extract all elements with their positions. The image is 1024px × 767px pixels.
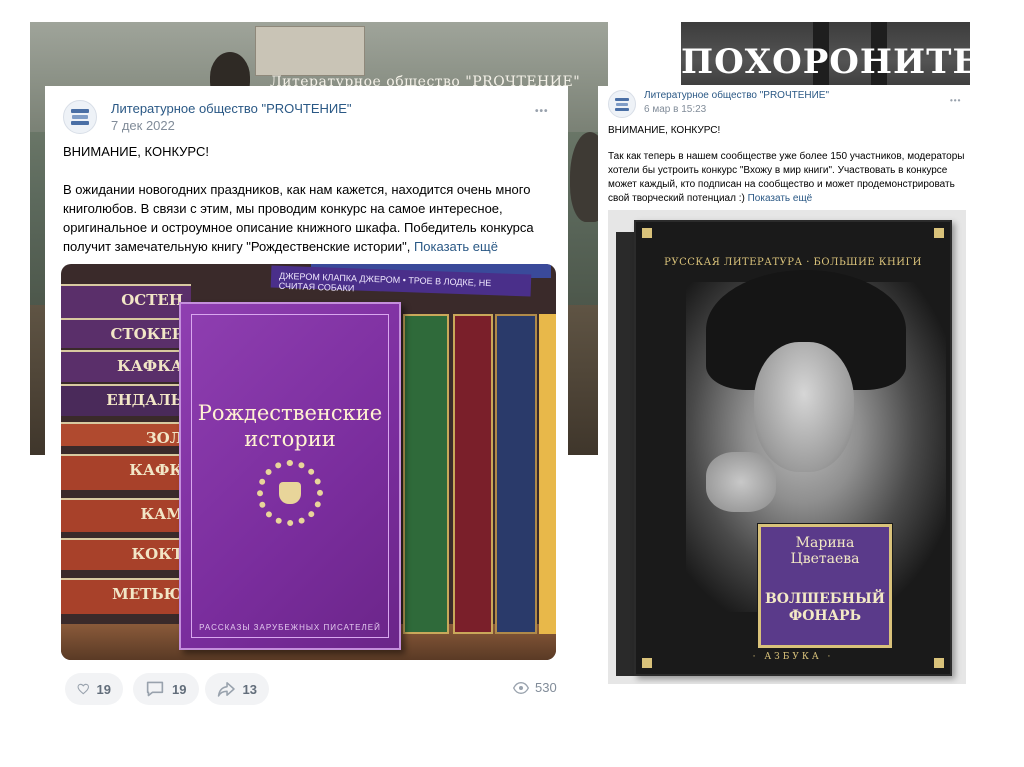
show-more-link[interactable]: Показать ещё (748, 193, 813, 204)
post-heading: ВНИМАНИЕ, КОНКУРС! (608, 125, 721, 136)
book-bottom-text: РАССКАЗЫ ЗАРУБЕЖНЫХ ПИСАТЕЛЕЙ (199, 623, 381, 632)
more-options-icon[interactable]: ••• (535, 106, 549, 117)
photo-spine-red (453, 314, 493, 634)
book-title-line: истории (244, 427, 336, 451)
right-post: Литературное общество "PROЧТЕНИЕ" 6 мар … (598, 86, 976, 689)
christmas-stories-book: Рождественские истории РАССКАЗЫ ЗАРУБЕЖН… (179, 302, 401, 650)
post-body: Так как теперь в нашем сообществе уже бо… (608, 150, 968, 206)
comment-count: 19 (172, 681, 187, 697)
photo-spine-yellow (539, 314, 556, 634)
comment-button[interactable]: 19 (133, 673, 199, 705)
book-title: Рождественские истории (181, 400, 399, 452)
comment-icon (146, 681, 164, 697)
group-name-link[interactable]: Литературное общество "PROЧТЕНИЕ" (111, 101, 352, 116)
photo-spine-label: МЕТЬЮ (112, 585, 183, 603)
post-photo[interactable]: РУССКАЯ ЛИТЕРАТУРА · БОЛЬШИЕ КНИГИ Марин… (608, 210, 966, 684)
book-cover: РУССКАЯ ЛИТЕРАТУРА · БОЛЬШИЕ КНИГИ Марин… (634, 220, 952, 676)
group-avatar[interactable] (608, 90, 636, 118)
burial-banner: ПОХОРОНИТЕ (681, 22, 970, 85)
photo-spine-label: КАМ (140, 505, 183, 523)
bell-icon (279, 482, 301, 504)
heart-icon (77, 683, 90, 695)
share-icon (217, 682, 235, 697)
photo-spine-label: СТОКЕР (110, 325, 183, 343)
avatar-book-icon (615, 97, 629, 101)
portrait-face (754, 342, 854, 472)
book-title-line: ВОЛШЕБНЫЙ (764, 591, 886, 607)
photo-spine: ОСТЕН (61, 284, 191, 318)
page: Литературное общество "PROЧТЕНИЕ" ПОХОРО… (0, 0, 1024, 767)
banner-text: ПОХОРОНИТЕ (681, 42, 970, 82)
eye-icon (513, 681, 529, 694)
photo-spine-label: КОКТ (131, 545, 183, 563)
post-date[interactable]: 6 мар в 15:23 (644, 104, 706, 115)
photo-spine: МЕТЬЮ (61, 578, 191, 614)
avatar-book-icon (72, 115, 88, 119)
share-count: 13 (242, 681, 257, 697)
photo-spine: КАФК (61, 454, 191, 490)
avatar-book-icon (71, 121, 89, 125)
book-title-line: Рождественские (197, 401, 383, 425)
post-body: В ожидании новогодних праздников, как на… (63, 180, 553, 256)
book-title-line: ФОНАРЬ (788, 608, 862, 624)
photo-spine: КОКТ (61, 538, 191, 570)
share-button[interactable]: 13 (205, 673, 269, 705)
book-author: Марина Цветаева (761, 535, 889, 567)
photo-spine-label: КАФК (129, 461, 183, 479)
photo-spine: КАФКА (61, 350, 191, 382)
book-title: ВОЛШЕБНЫЙ ФОНАРЬ (761, 591, 889, 625)
like-button[interactable]: 19 (65, 673, 123, 705)
views-counter: 530 (513, 680, 557, 695)
photo-spine-label: КАФКА (117, 357, 183, 375)
photo-calendar (255, 26, 365, 76)
photo-spine: ЗОЛ (61, 422, 191, 447)
cover-ornament (642, 228, 652, 238)
post-date[interactable]: 7 дек 2022 (111, 118, 175, 133)
photo-spine: СТОКЕР (61, 318, 191, 348)
post-heading: ВНИМАНИЕ, КОНКУРС! (63, 144, 209, 159)
photo-spine-label: ЗОЛ (145, 429, 183, 447)
photo-spine-label: ЕНДАЛЬ (106, 391, 183, 409)
avatar-book-icon (615, 107, 629, 111)
views-count: 530 (535, 680, 557, 695)
group-avatar[interactable] (63, 100, 97, 134)
publisher-label: · АЗБУКА · (752, 652, 834, 662)
like-count: 19 (96, 681, 111, 697)
photo-spine-green (403, 314, 449, 634)
book-label: Марина Цветаева ВОЛШЕБНЫЙ ФОНАРЬ (758, 524, 892, 648)
photo-spine-label: ОСТЕН (121, 291, 183, 309)
post-photo[interactable]: ДЖЕРОМ КЛАПКА ДЖЕРОМ • ТРОЕ В ЛОДКЕ, НЕ … (61, 264, 556, 660)
portrait-hand (706, 452, 776, 512)
group-name-link[interactable]: Литературное общество "PROЧТЕНИЕ" (644, 90, 829, 101)
left-post: Литературное общество "PROЧТЕНИЕ" 7 дек … (45, 86, 568, 722)
photo-spine-blue (495, 314, 537, 634)
book-author-line: Марина (795, 535, 855, 551)
avatar-book-icon (616, 102, 628, 106)
book-author-line: Цветаева (790, 551, 860, 567)
show-more-link[interactable]: Показать ещё (414, 239, 498, 254)
more-options-icon[interactable]: ••• (950, 96, 961, 105)
photo-spine: ЕНДАЛЬ (61, 384, 191, 416)
cover-ornament (934, 228, 944, 238)
photo-spine: КАМ (61, 498, 191, 532)
avatar-book-icon (71, 109, 89, 113)
